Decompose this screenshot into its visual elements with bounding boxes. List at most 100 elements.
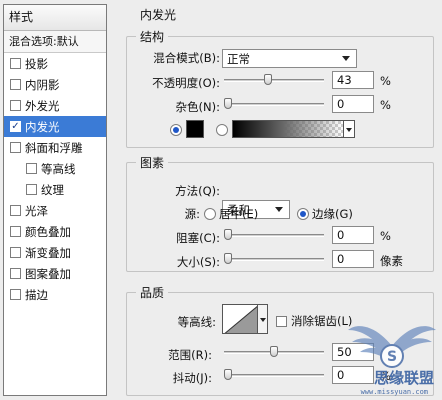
source-label: 源: [184,207,200,221]
glow-gradient-swatch[interactable] [232,120,344,138]
chevron-down-icon [275,207,283,212]
gradient-radio[interactable] [216,124,228,136]
style-checkbox[interactable]: ✓ [10,121,21,132]
source-edge-option[interactable]: 边缘(G) [297,206,353,222]
range-label: 范围(R): [168,348,212,362]
opacity-slider-thumb[interactable] [264,74,272,85]
source-center-option[interactable]: 居中(E) [204,206,258,222]
style-item-label: 内发光 [25,119,60,134]
style-item[interactable]: ✓ 内发光 [4,116,106,137]
source-center-label: 居中(E) [219,207,259,221]
style-item[interactable]: 斜面和浮雕 [4,137,106,158]
blend-mode-value: 正常 [227,51,250,66]
choke-slider-thumb[interactable] [224,229,232,240]
choke-slider[interactable] [224,229,324,243]
style-item-label: 描边 [25,287,48,302]
technique-label: 方法(Q): [175,184,220,198]
noise-slider[interactable] [224,98,324,112]
jitter-slider-track [224,374,324,377]
size-slider-thumb[interactable] [224,253,232,264]
contour-dropdown-button[interactable] [258,304,268,334]
contour-curve-icon [224,306,257,333]
style-checkbox[interactable] [10,79,21,90]
style-item-label: 投影 [25,56,48,71]
style-item[interactable]: 图案叠加 [4,263,106,284]
jitter-label: 抖动(J): [172,371,212,385]
watermark-text: 思缘联盟 [373,369,434,387]
chevron-down-icon [342,56,350,61]
source-center-radio[interactable] [204,208,216,220]
glow-color-swatch[interactable] [186,120,204,138]
style-item[interactable]: 光泽 [4,200,106,221]
style-checkbox[interactable] [10,226,21,237]
style-item[interactable]: 渐变叠加 [4,242,106,263]
range-slider-thumb[interactable] [270,346,278,357]
style-item[interactable]: 投影 [4,53,106,74]
noise-unit: % [380,98,391,112]
gradient-dropdown-button[interactable] [343,120,355,138]
style-item[interactable]: 等高线 [4,158,106,179]
size-unit: 像素 [380,254,403,268]
choke-label: 阻塞(C): [176,231,220,245]
noise-slider-track [224,103,324,106]
opacity-slider[interactable] [224,74,324,88]
size-slider[interactable] [224,253,324,267]
style-checkbox[interactable] [10,142,21,153]
styles-header[interactable]: 样式 [4,5,106,31]
contour-label: 等高线: [177,315,216,329]
style-item[interactable]: 外发光 [4,95,106,116]
range-slider[interactable] [224,346,324,360]
opacity-input[interactable]: 43 [332,71,374,89]
style-item-label: 光泽 [25,203,48,218]
blend-mode-select[interactable]: 正常 [222,49,357,68]
styles-panel: 样式 混合选项:默认 投影内阴影外发光 ✓ 内发光斜面和浮雕等高线纹理光泽颜色叠加渐… [3,4,107,396]
jitter-slider[interactable] [224,369,324,383]
source-edge-label: 边缘(G) [312,207,353,221]
style-item-label: 纹理 [41,182,64,197]
style-item[interactable]: 描边 [4,284,106,305]
style-item-label: 颜色叠加 [25,224,71,239]
solid-color-radio[interactable] [170,124,182,136]
style-checkbox[interactable] [26,184,37,195]
style-item-label: 外发光 [25,98,60,113]
choke-input[interactable]: 0 [332,226,374,244]
opacity-unit: % [380,74,391,88]
noise-slider-thumb[interactable] [224,98,232,109]
style-checkbox[interactable] [10,247,21,258]
style-checkbox[interactable] [10,58,21,69]
style-checkbox[interactable] [10,268,21,279]
choke-slider-track [224,234,324,237]
blending-options-item[interactable]: 混合选项:默认 [4,31,106,53]
structure-title: 结构 [136,28,169,45]
style-item[interactable]: 颜色叠加 [4,221,106,242]
size-slider-track [224,258,324,261]
opacity-label: 不透明度(O): [152,76,220,90]
antialias-option[interactable]: 消除锯齿(L) [276,313,352,329]
quality-title: 品质 [136,284,169,301]
style-checkbox[interactable] [10,289,21,300]
jitter-slider-thumb[interactable] [224,369,232,380]
style-item[interactable]: 内阴影 [4,74,106,95]
style-item-label: 斜面和浮雕 [25,140,83,155]
style-checkbox[interactable] [26,163,37,174]
blend-mode-label: 混合模式(B): [153,51,220,65]
svg-text:S: S [387,349,397,365]
style-checkbox[interactable] [10,100,21,111]
style-item-label: 渐变叠加 [25,245,71,260]
source-edge-radio[interactable] [297,208,309,220]
contour-preview[interactable] [222,304,258,334]
antialias-checkbox[interactable] [276,315,287,327]
size-label: 大小(S): [176,255,220,269]
elements-title: 图素 [136,154,169,171]
watermark-url: www.missyuan.com [360,388,428,396]
choke-unit: % [380,229,391,243]
antialias-label: 消除锯齿(L) [291,314,353,328]
opacity-slider-track [224,79,324,82]
style-checkbox[interactable] [10,205,21,216]
style-item-label: 图案叠加 [25,266,71,281]
size-input[interactable]: 0 [332,250,374,268]
style-item-label: 等高线 [41,161,76,176]
style-list: 投影内阴影外发光 ✓ 内发光斜面和浮雕等高线纹理光泽颜色叠加渐变叠加图案叠加描边 [4,53,106,305]
style-item[interactable]: 纹理 [4,179,106,200]
noise-input[interactable]: 0 [332,95,374,113]
